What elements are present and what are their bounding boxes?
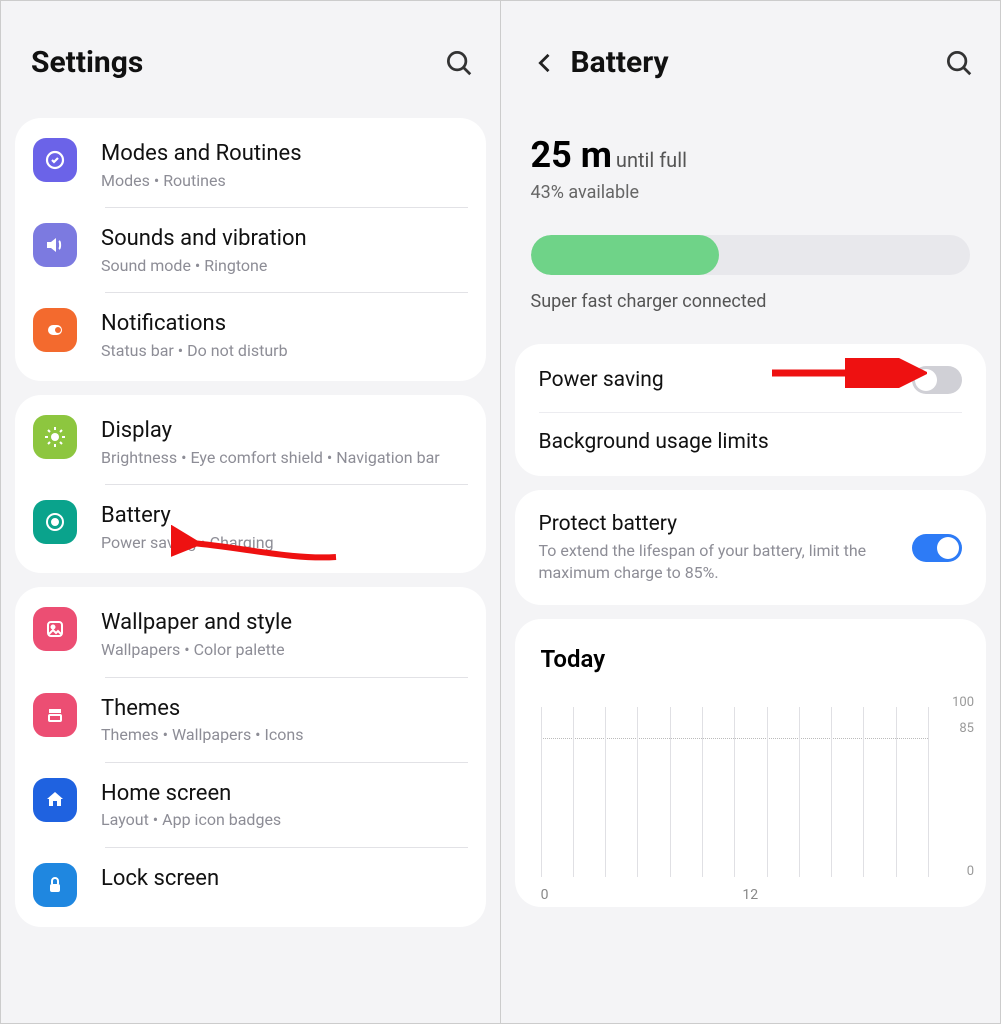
item-label: Home screen — [101, 780, 468, 808]
item-label: Battery — [101, 502, 468, 530]
protect-battery-card: Protect battery To extend the lifespan o… — [515, 490, 987, 605]
search-icon[interactable] — [444, 48, 474, 78]
themes-icon — [33, 693, 77, 737]
time-until-full: 25 m — [531, 134, 612, 176]
item-label: Modes and Routines — [101, 140, 468, 168]
item-subtitle: Layout • App icon badges — [101, 809, 468, 831]
home-icon — [33, 778, 77, 822]
battery-bar-fill — [531, 235, 720, 275]
today-title: Today — [515, 623, 987, 679]
background-usage-limits-row[interactable]: Background usage limits — [515, 412, 987, 472]
item-subtitle: Brightness • Eye comfort shield • Naviga… — [101, 447, 468, 469]
settings-item-home[interactable]: Home screen Layout • App icon badges — [15, 762, 486, 847]
item-label: Display — [101, 417, 468, 445]
item-label: Lock screen — [101, 865, 468, 893]
protect-battery-row[interactable]: Protect battery To extend the lifespan o… — [515, 494, 987, 601]
item-subtitle: Sound mode • Ringtone — [101, 255, 468, 277]
item-subtitle: Wallpapers • Color palette — [101, 639, 468, 661]
page-title: Settings — [31, 45, 444, 80]
percent-available: 43% available — [531, 182, 971, 203]
y-tick: 0 — [967, 864, 974, 879]
sound-icon — [33, 223, 77, 267]
settings-item-wallpaper[interactable]: Wallpaper and style Wallpapers • Color p… — [15, 591, 486, 676]
option-label: Background usage limits — [539, 430, 963, 454]
settings-header: Settings — [1, 1, 500, 110]
notif-icon — [33, 308, 77, 352]
item-label: Notifications — [101, 310, 468, 338]
settings-group: Modes and Routines Modes • Routines Soun… — [15, 118, 486, 381]
option-label: Power saving — [539, 368, 913, 392]
battery-header: Battery — [501, 1, 1001, 110]
time-until-full-suffix: until full — [616, 148, 687, 172]
settings-item-display[interactable]: Display Brightness • Eye comfort shield … — [15, 399, 486, 484]
y-tick: 85 — [959, 721, 974, 736]
option-subtitle: To extend the lifespan of your battery, … — [539, 540, 913, 583]
settings-item-modes[interactable]: Modes and Routines Modes • Routines — [15, 122, 486, 207]
option-label: Protect battery — [539, 512, 913, 536]
protect-battery-toggle[interactable] — [912, 534, 962, 562]
charger-status: Super fast charger connected — [501, 275, 1001, 336]
item-label: Wallpaper and style — [101, 609, 468, 637]
lock-icon — [33, 863, 77, 907]
y-tick: 100 — [952, 695, 974, 710]
battery-screen: Battery 25 m until full 43% available Su… — [501, 1, 1001, 1023]
item-subtitle: Power saving • Charging — [101, 532, 468, 554]
display-icon — [33, 415, 77, 459]
today-usage-card: Today 100 85 0 0 12 — [515, 619, 987, 907]
search-icon[interactable] — [944, 48, 974, 78]
power-saving-row[interactable]: Power saving — [515, 348, 987, 412]
settings-group: Display Brightness • Eye comfort shield … — [15, 395, 486, 573]
settings-item-battery[interactable]: Battery Power saving • Charging — [15, 484, 486, 569]
settings-item-themes[interactable]: Themes Themes • Wallpapers • Icons — [15, 677, 486, 762]
battery-bar — [531, 235, 971, 275]
page-title: Battery — [571, 45, 945, 80]
battery-summary: 25 m until full 43% available — [501, 110, 1001, 211]
x-tick: 12 — [742, 887, 758, 903]
item-subtitle: Modes • Routines — [101, 170, 468, 192]
item-subtitle: Status bar • Do not disturb — [101, 340, 468, 362]
settings-item-lock[interactable]: Lock screen — [15, 847, 486, 923]
settings-group: Wallpaper and style Wallpapers • Color p… — [15, 587, 486, 926]
usage-chart: 100 85 0 0 12 — [523, 687, 979, 907]
settings-item-sounds[interactable]: Sounds and vibration Sound mode • Ringto… — [15, 207, 486, 292]
item-label: Themes — [101, 695, 468, 723]
battery-icon — [33, 500, 77, 544]
settings-item-notifications[interactable]: Notifications Status bar • Do not distur… — [15, 292, 486, 377]
wallpaper-icon — [33, 607, 77, 651]
settings-screen: Settings Modes and Routines Modes • Rout… — [1, 1, 501, 1023]
item-label: Sounds and vibration — [101, 225, 468, 253]
back-icon[interactable] — [531, 49, 559, 77]
power-options-card: Power saving Background usage limits — [515, 344, 987, 476]
power-saving-toggle[interactable] — [912, 366, 962, 394]
modes-icon — [33, 138, 77, 182]
x-tick: 0 — [541, 887, 549, 903]
chart-grid — [541, 707, 929, 877]
item-subtitle: Themes • Wallpapers • Icons — [101, 724, 468, 746]
